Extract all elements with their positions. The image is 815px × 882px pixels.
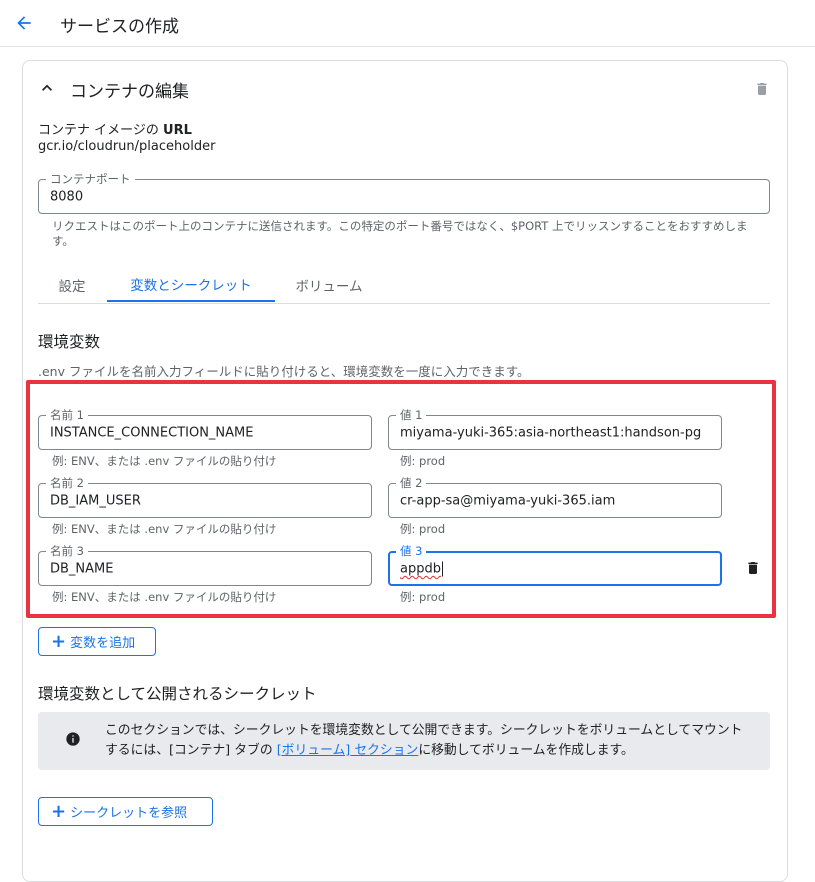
image-url-label: コンテナ イメージの URL bbox=[38, 123, 192, 138]
volumes-section-link[interactable]: [ボリューム] セクション bbox=[277, 743, 419, 758]
reference-secret-label: シークレットを参照 bbox=[70, 806, 188, 821]
info-box: このセクションでは、シークレットを環境変数として公開できます。シークレットをボリ… bbox=[38, 712, 770, 770]
image-url-value: gcr.io/cloudrun/placeholder bbox=[38, 139, 216, 154]
top-bar: サービスの作成 bbox=[0, 0, 815, 47]
info-icon bbox=[66, 732, 80, 746]
info-text: このセクションでは、シークレットを環境変数として公開できます。シークレットをボリ… bbox=[105, 723, 743, 758]
plus-icon: + bbox=[51, 630, 67, 652]
secrets-heading: 環境変数として公開されるシークレット bbox=[38, 685, 317, 703]
add-variable-label: 変数を追加 bbox=[70, 636, 136, 651]
container-tabs: 設定 変数とシークレット ボリューム bbox=[38, 268, 770, 304]
tab-variables-secrets[interactable]: 変数とシークレット bbox=[107, 268, 275, 302]
delete-container-button[interactable] bbox=[754, 81, 770, 97]
highlight-box bbox=[26, 380, 776, 618]
back-arrow-icon bbox=[17, 16, 31, 30]
collapse-section-button[interactable] bbox=[37, 78, 57, 98]
tab-settings[interactable]: 設定 bbox=[38, 268, 106, 302]
env-vars-heading: 環境変数 bbox=[38, 333, 101, 351]
section-title: コンテナの編集 bbox=[70, 82, 189, 102]
trash-icon bbox=[757, 83, 767, 95]
container-port-field[interactable]: コンテナポート 8080 bbox=[38, 172, 770, 214]
env-vars-description: .env ファイルを名前入力フィールドに貼り付けると、環境変数を一度に入力できま… bbox=[38, 364, 530, 379]
add-variable-button[interactable]: + 変数を追加 bbox=[38, 627, 156, 656]
tab-volumes[interactable]: ボリューム bbox=[281, 268, 377, 302]
container-port-label: コンテナポート bbox=[46, 172, 135, 186]
reference-secret-button[interactable]: + シークレットを参照 bbox=[38, 797, 213, 826]
chevron-up-icon bbox=[42, 84, 52, 91]
page-title: サービスの作成 bbox=[60, 17, 179, 37]
container-port-value: 8080 bbox=[50, 189, 84, 204]
back-button[interactable] bbox=[10, 9, 38, 37]
plus-icon: + bbox=[51, 800, 67, 822]
container-port-helper: リクエストはこのポート上のコンテナに送信されます。この特定のポート番号ではなく、… bbox=[52, 219, 748, 248]
